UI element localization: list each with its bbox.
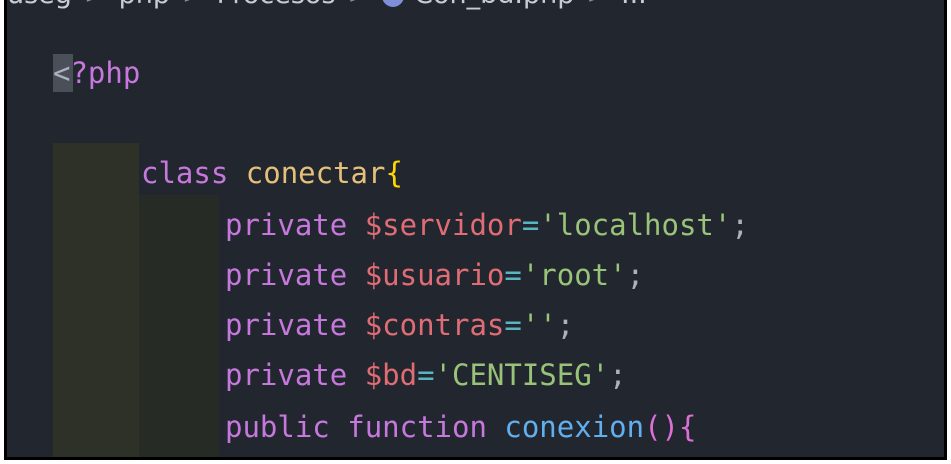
private-keyword: private — [225, 258, 348, 292]
variable-contras: $contras — [364, 308, 505, 342]
function-name: conexion — [504, 410, 645, 444]
variable-usuario: $usuario — [364, 258, 505, 292]
class-name: conectar — [245, 156, 386, 190]
php-tag: ?php — [70, 56, 141, 90]
string-root: 'root' — [521, 258, 627, 292]
variable-servidor: $servidor — [364, 208, 522, 242]
variable-bd: $bd — [364, 358, 418, 392]
editor-window: useg>php>Procesos>Con_bd.php>... <?php c… — [4, 0, 947, 460]
code-line-4[interactable]: private $servidor='localhost'; — [225, 202, 749, 248]
code-line-7[interactable]: private $bd='CENTISEG'; — [225, 352, 627, 398]
assign-operator: = — [521, 208, 540, 242]
semicolon: ; — [609, 358, 627, 392]
private-keyword: private — [225, 358, 348, 392]
function-brace: { — [679, 410, 697, 444]
php-open-bracket: < — [53, 56, 71, 90]
code-line-5[interactable]: private $usuario='root'; — [225, 252, 644, 298]
class-brace: { — [385, 156, 403, 190]
private-keyword: private — [225, 308, 348, 342]
semicolon: ; — [556, 308, 575, 342]
function-keyword: function — [347, 410, 487, 444]
code-line-6[interactable]: private $contras=''; — [225, 302, 574, 348]
string-localhost: 'localhost' — [539, 208, 732, 242]
semicolon: ; — [731, 208, 749, 242]
semicolon: ; — [626, 258, 645, 292]
indent-guide — [139, 195, 219, 457]
public-keyword: public — [225, 410, 330, 444]
code-editor[interactable]: <?php class conectar{ private $servidor=… — [7, 0, 944, 457]
code-line-8[interactable]: public function conexion(){ — [225, 404, 696, 450]
indent-guide — [53, 143, 139, 457]
assign-operator: = — [504, 308, 522, 342]
string-centiseg: 'CENTISEG' — [434, 358, 610, 392]
function-parens: () — [644, 410, 679, 444]
assign-operator: = — [417, 358, 435, 392]
string-empty: '' — [521, 308, 557, 342]
assign-operator: = — [504, 258, 522, 292]
code-line-1[interactable]: <?php — [53, 50, 140, 96]
class-keyword: class — [141, 156, 229, 190]
code-line-3[interactable]: class conectar{ — [141, 150, 403, 196]
private-keyword: private — [225, 208, 348, 242]
